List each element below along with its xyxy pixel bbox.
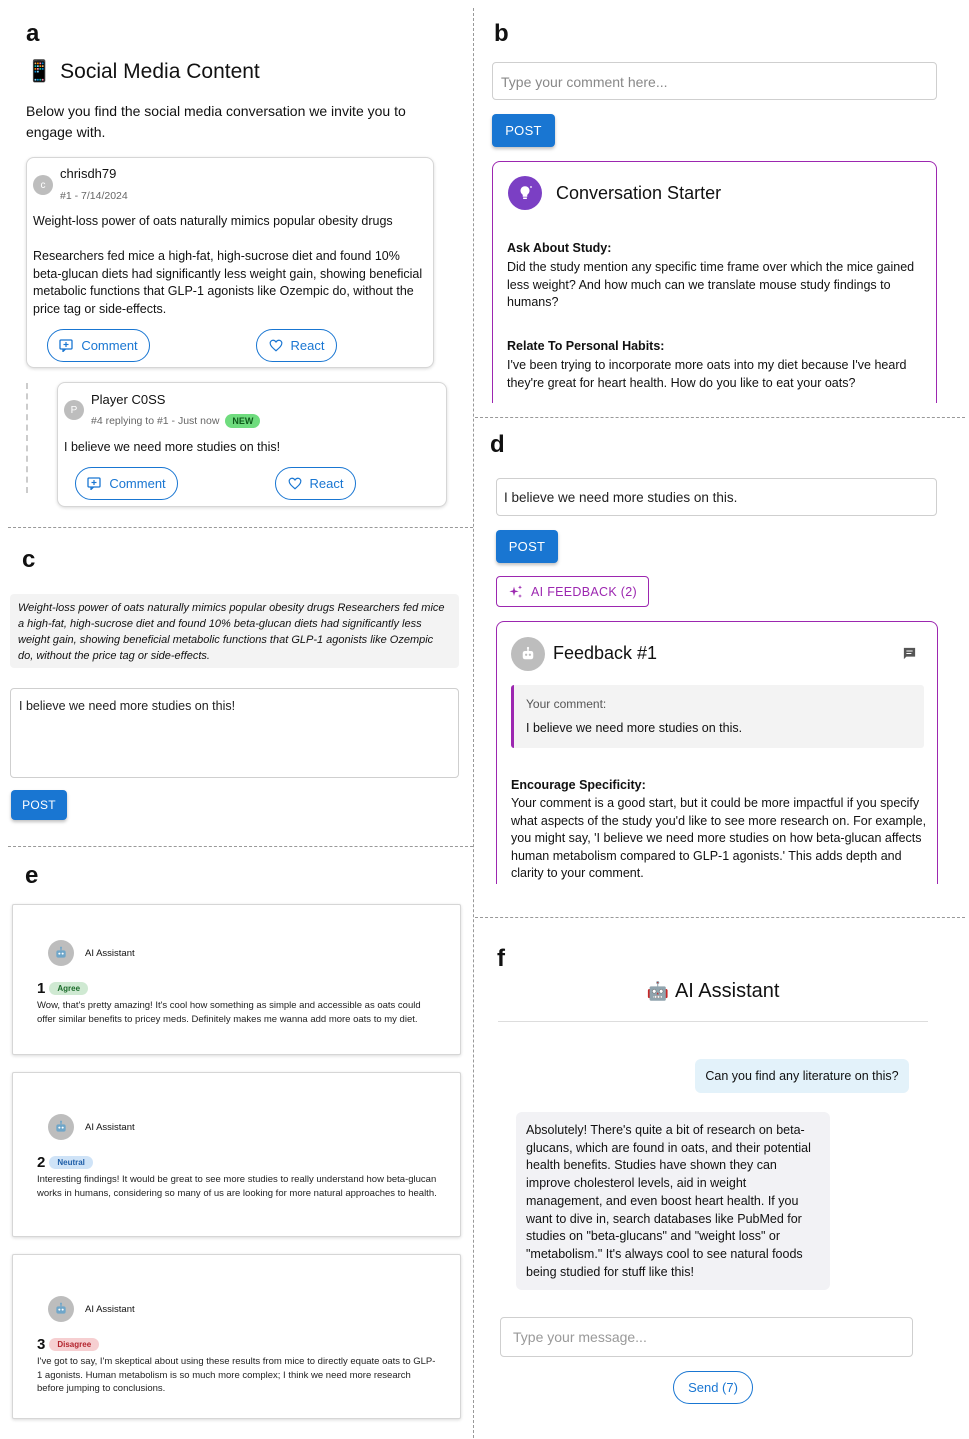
feedback-heading: Encourage Specificity:: [511, 778, 646, 792]
response-text: Interesting findings! It would be great …: [37, 1174, 437, 1199]
react-button-label: React: [290, 338, 325, 353]
react-button[interactable]: React: [256, 329, 337, 362]
react-button[interactable]: React: [275, 467, 356, 500]
new-badge: NEW: [225, 414, 261, 428]
comment-button-label: Comment: [109, 476, 166, 491]
robot-icon: [48, 1296, 74, 1322]
feedback-card: Feedback #1 Your comment: I believe we n…: [496, 621, 938, 884]
avatar: P: [64, 400, 84, 420]
chat-header: 🤖 AI Assistant: [498, 980, 928, 1003]
user-message: Can you find any literature on this?: [695, 1059, 909, 1093]
comment-button[interactable]: Comment: [75, 467, 178, 500]
lightbulb-icon: [508, 176, 542, 210]
comment-button-label: Comment: [81, 338, 138, 353]
post-meta: #1 - 7/14/2024: [60, 190, 128, 202]
post-username: chrisdh79: [60, 166, 117, 181]
chat-header-divider: [498, 1021, 928, 1022]
feedback-text: Your comment is a good start, but it cou…: [511, 796, 927, 880]
your-comment-label: Your comment:: [526, 697, 607, 711]
divider-a-c: [8, 527, 473, 528]
robot-icon: [48, 940, 74, 966]
heart-icon: [288, 477, 301, 490]
reply-card: P Player C0SS #4 replying to #1 - Just n…: [57, 382, 447, 507]
starter-section-heading: Relate To Personal Habits:: [507, 339, 665, 353]
starter-section-text: I've been trying to incorporate more oat…: [507, 358, 907, 390]
avatar: c: [33, 175, 53, 195]
thread-line: [26, 383, 28, 493]
reply-meta: #4 replying to #1 - Just now: [91, 415, 220, 427]
post-headline: Weight-loss power of oats naturally mimi…: [33, 214, 393, 228]
chat-title: AI Assistant: [674, 980, 780, 1002]
feedback-title: Feedback #1: [553, 643, 658, 663]
response-text: I've got to say, I'm skeptical about usi…: [37, 1356, 436, 1394]
response-header: 2 Neutral: [37, 1154, 93, 1171]
post-card: c chrisdh79 #1 - 7/14/2024 Weight-loss p…: [26, 157, 434, 368]
robot-icon: [511, 637, 545, 671]
assistant-message: Absolutely! There's quite a bit of resea…: [516, 1112, 830, 1290]
message-input[interactable]: Type your message...: [500, 1317, 913, 1357]
send-button[interactable]: Send (7): [673, 1371, 753, 1404]
divider-d-f: [475, 917, 965, 918]
heart-icon: [269, 339, 282, 352]
post-button[interactable]: POST: [11, 790, 67, 820]
assistant-name: AI Assistant: [85, 1304, 135, 1315]
response-number: 1: [37, 980, 46, 997]
starter-section-heading: Ask About Study:: [507, 241, 612, 255]
section-title: 📱 Social Media Content: [26, 60, 260, 84]
react-button-label: React: [309, 476, 344, 491]
conversation-starter-card: Conversation Starter Ask About Study: Di…: [492, 161, 937, 403]
reply-username: Player C0SS: [91, 392, 166, 407]
robot-icon: [48, 1114, 74, 1140]
panel-label-e: e: [25, 862, 39, 889]
vertical-divider: [473, 8, 474, 1438]
ai-response-card: AI Assistant 1 Agree Wow, that's pretty …: [12, 904, 461, 1055]
comment-button[interactable]: Comment: [47, 329, 150, 362]
your-comment-box: Your comment: I believe we need more stu…: [511, 685, 924, 748]
comment-icon: [87, 477, 101, 490]
sparkle-icon: [509, 584, 523, 598]
ai-feedback-label: AI FEEDBACK (2): [531, 584, 637, 599]
response-header: 1 Agree: [37, 980, 89, 997]
reply-body: I believe we need more studies on this!: [64, 440, 281, 454]
ai-response-card: AI Assistant 2 Neutral Interesting findi…: [12, 1072, 461, 1237]
comment-icon[interactable]: [902, 646, 917, 666]
robot-icon: 🤖: [646, 981, 669, 1001]
starter-section-text: Did the study mention any specific time …: [507, 260, 915, 309]
response-header: 3 Disagree: [37, 1336, 100, 1353]
divider-b-d: [475, 417, 965, 418]
your-comment-text: I believe we need more studies on this.: [526, 721, 743, 735]
panel-label-f: f: [497, 945, 505, 972]
starter-title: Conversation Starter: [556, 183, 722, 203]
post-button[interactable]: POST: [492, 114, 555, 147]
response-number: 2: [37, 1154, 46, 1171]
response-number: 3: [37, 1336, 46, 1353]
stance-badge: Neutral: [49, 1156, 93, 1169]
assistant-name: AI Assistant: [85, 948, 135, 959]
response-text: Wow, that's pretty amazing! It's cool ho…: [37, 1000, 421, 1025]
intro-text: Below you find the social media conversa…: [26, 103, 406, 140]
ai-response-card: AI Assistant 3 Disagree I've got to say,…: [12, 1254, 461, 1419]
comment-icon: [59, 339, 73, 352]
post-body: Researchers fed mice a high-fat, high-su…: [33, 249, 423, 316]
phone-icon: 📱: [26, 60, 53, 83]
panel-label-d: d: [490, 431, 505, 458]
stance-badge: Agree: [49, 982, 89, 995]
divider-c-e: [8, 846, 473, 847]
panel-label-b: b: [494, 20, 509, 47]
assistant-name: AI Assistant: [85, 1122, 135, 1133]
ai-feedback-button[interactable]: AI FEEDBACK (2): [496, 576, 649, 607]
post-button[interactable]: POST: [496, 530, 558, 563]
quoted-post: Weight-loss power of oats naturally mimi…: [10, 594, 459, 668]
comment-input[interactable]: I believe we need more studies on this!: [10, 688, 459, 778]
panel-label-c: c: [22, 546, 36, 573]
comment-input[interactable]: Type your comment here...: [492, 62, 937, 100]
comment-input[interactable]: I believe we need more studies on this.: [496, 478, 937, 516]
section-title-text: Social Media Content: [60, 60, 260, 83]
reply-meta-row: #4 replying to #1 - Just now NEW: [91, 414, 261, 428]
stance-badge: Disagree: [49, 1338, 100, 1351]
panel-label-a: a: [26, 20, 40, 47]
